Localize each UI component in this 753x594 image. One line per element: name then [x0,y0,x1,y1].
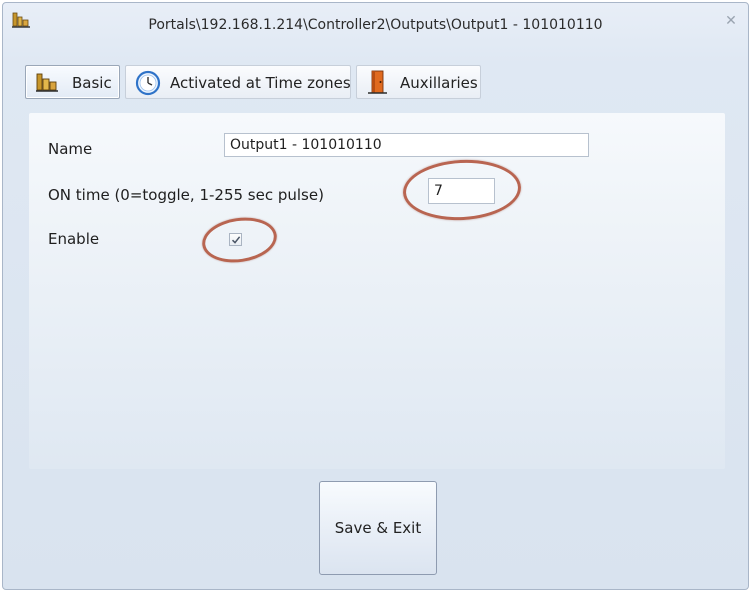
name-input[interactable] [224,133,589,157]
basic-panel [29,113,725,469]
close-icon[interactable]: ✕ [725,13,737,29]
window-title: Portals\192.168.1.214\Controller2\Output… [148,17,603,33]
tab-label: Basic [72,74,112,92]
tab-time-zones[interactable]: Activated at Time zones [125,65,351,99]
door-icon [366,70,390,94]
tab-label: Activated at Time zones [170,74,351,92]
title-bar: Portals\192.168.1.214\Controller2\Output… [3,3,748,49]
name-label: Name [48,140,93,158]
close-button[interactable]: ✕ [722,12,740,30]
tab-auxillaries[interactable]: Auxillaries [356,65,481,99]
dialog-window: Portals\192.168.1.214\Controller2\Output… [2,2,749,590]
clock-icon [135,70,161,96]
enable-label: Enable [48,230,100,248]
tab-basic[interactable]: Basic [25,65,120,99]
tab-label: Auxillaries [400,74,478,92]
on-time-label: ON time (0=toggle, 1-255 sec pulse) [48,186,324,204]
save-exit-button[interactable]: Save & Exit [319,481,437,575]
building-icon [35,70,59,94]
